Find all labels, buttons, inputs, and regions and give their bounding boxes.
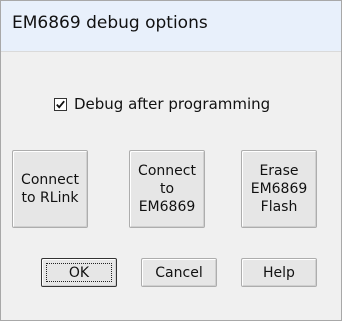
debug-after-programming-checkbox[interactable] xyxy=(54,97,67,111)
help-button[interactable]: Help xyxy=(241,258,317,287)
ok-label: OK xyxy=(68,264,90,281)
help-label: Help xyxy=(263,264,295,281)
ok-button[interactable]: OK xyxy=(41,258,117,287)
title-bar[interactable]: EM6869 debug options xyxy=(1,1,341,52)
debug-after-programming-label: Debug after programming xyxy=(74,95,271,113)
erase-em6869-flash-button[interactable]: Erase EM6869 Flash xyxy=(241,150,317,228)
dialog-window: EM6869 debug options Debug after program… xyxy=(0,0,342,321)
checkmark-icon xyxy=(56,100,65,109)
connect-to-rlink-button[interactable]: Connect to RLink xyxy=(12,150,88,228)
dialog-body: Debug after programming Connect to RLink… xyxy=(5,52,337,316)
connect-to-em6869-button[interactable]: Connect to EM6869 xyxy=(129,150,205,228)
cancel-label: Cancel xyxy=(155,264,203,281)
cancel-button[interactable]: Cancel xyxy=(141,258,217,287)
connect-to-rlink-label: Connect to RLink xyxy=(21,172,79,206)
debug-after-programming-option[interactable]: Debug after programming xyxy=(54,94,270,114)
connect-to-em6869-label: Connect to EM6869 xyxy=(138,163,196,215)
erase-em6869-flash-label: Erase EM6869 Flash xyxy=(250,163,308,215)
window-title: EM6869 debug options xyxy=(12,13,208,33)
